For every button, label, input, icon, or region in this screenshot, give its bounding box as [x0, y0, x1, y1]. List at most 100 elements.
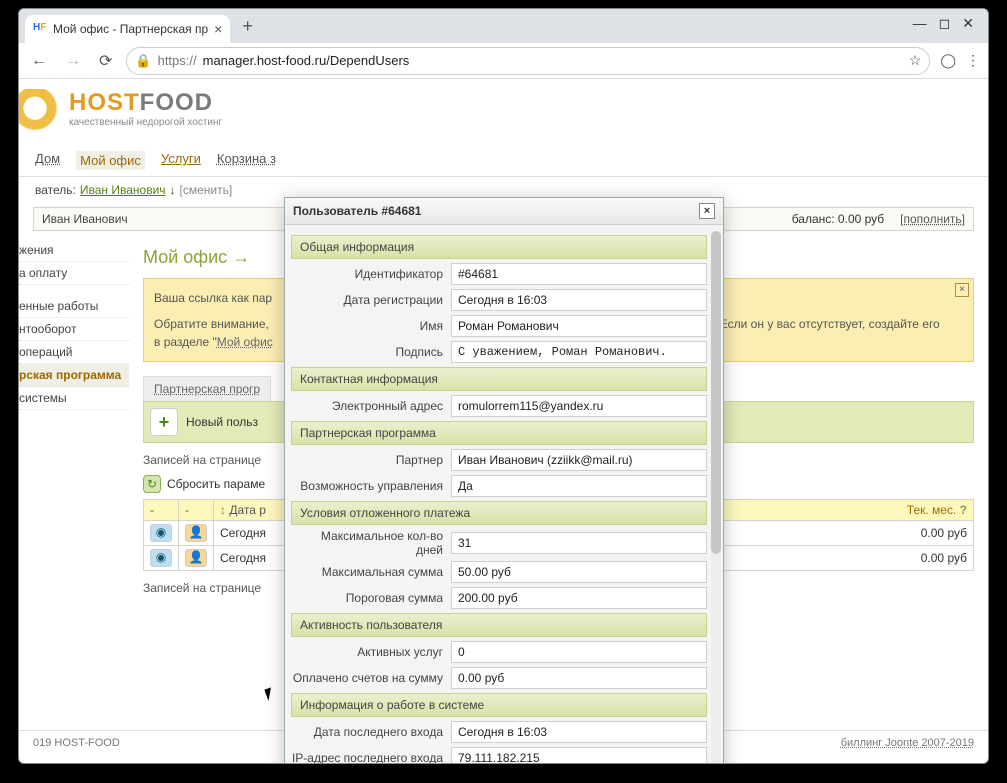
- nav-cart[interactable]: Корзина з: [217, 151, 276, 170]
- change-user-link[interactable]: [сменить]: [180, 183, 233, 197]
- logo-text: HOSTFOOD качественный недорогой хостинг: [69, 89, 222, 128]
- notice-line3a: в разделе ": [154, 335, 217, 349]
- maximize-icon[interactable]: ◻: [939, 15, 951, 32]
- kv-row: Электронный адресromulorrem115@yandex.ru: [291, 395, 707, 417]
- kv-row: Пороговая сумма200.00 руб: [291, 587, 707, 609]
- info-icon[interactable]: ◉: [150, 549, 172, 567]
- reset-label: Сбросить параме: [167, 477, 265, 491]
- sub-tab-partner[interactable]: Партнерская прогр: [143, 376, 271, 401]
- reset-icon[interactable]: ↻: [143, 475, 161, 493]
- side-item[interactable]: системы: [19, 387, 129, 410]
- address-bar: ← → ⟳ 🔒 https://manager.host-food.ru/Dep…: [19, 43, 988, 79]
- url-scheme: https://: [158, 53, 197, 68]
- lock-icon: 🔒: [135, 53, 151, 69]
- dialog-section-head: Партнерская программа: [291, 421, 707, 445]
- add-user-label: Новый польз: [186, 415, 258, 429]
- secondary-user-name: Иван Иванович: [42, 212, 128, 226]
- close-window-icon[interactable]: ✕: [962, 15, 974, 32]
- dialog-close-icon[interactable]: ×: [699, 203, 715, 219]
- kv-key: Активных услуг: [291, 645, 451, 659]
- kv-row: Дата последнего входаСегодня в 16:03: [291, 721, 707, 743]
- side-item[interactable]: нтооборот: [19, 318, 129, 341]
- kv-value: 50.00 руб: [451, 561, 707, 583]
- tab-title: Мой офис - Партнерская пр: [53, 22, 208, 36]
- tab-close-icon[interactable]: ×: [214, 21, 222, 37]
- minimize-icon[interactable]: —: [913, 15, 927, 32]
- footer-right-link[interactable]: биллинг Joonte 2007-2019: [841, 737, 974, 749]
- kv-value: 0: [451, 641, 707, 663]
- browser-window: HF Мой офис - Партнерская пр × + — ◻ ✕ ←…: [18, 8, 989, 764]
- kv-value: 31: [451, 532, 707, 554]
- notice-line2b: а". Если он у вас отсутствует, создайте …: [702, 317, 940, 331]
- side-item-current[interactable]: рская программа: [19, 364, 129, 387]
- kv-key: Пороговая сумма: [291, 591, 451, 605]
- dialog-section-head: Информация о работе в системе: [291, 693, 707, 717]
- kv-value: Сегодня в 16:03: [451, 721, 707, 743]
- topup-link[interactable]: [пополнить]: [900, 212, 965, 226]
- kv-value: Да: [451, 475, 707, 497]
- kv-row: Возможность управленияДа: [291, 475, 707, 497]
- window-controls: — ◻ ✕: [913, 9, 982, 32]
- dialog-scrollbar[interactable]: [711, 231, 721, 763]
- kv-row: Максимальная сумма50.00 руб: [291, 561, 707, 583]
- dropdown-arrow-icon[interactable]: ↓: [170, 183, 176, 197]
- add-user-button[interactable]: +: [150, 408, 178, 436]
- kv-row: Дата регистрацииСегодня в 16:03: [291, 289, 707, 311]
- kv-value: romulorrem115@yandex.ru: [451, 395, 707, 417]
- nav-services[interactable]: Услуги: [161, 151, 201, 170]
- notice-link[interactable]: Мой офис: [217, 335, 273, 349]
- dialog-body: Общая информацияИдентификатор#64681Дата …: [285, 225, 723, 763]
- nav-office[interactable]: Мой офис: [76, 151, 145, 170]
- kv-value: С уважением, Роман Романович.: [451, 341, 707, 363]
- user-name-link[interactable]: Иван Иванович: [80, 183, 166, 197]
- browser-tab[interactable]: HF Мой офис - Партнерская пр ×: [25, 15, 230, 43]
- user-icon[interactable]: 👤: [185, 549, 207, 567]
- side-item[interactable]: операций: [19, 341, 129, 364]
- balance-label: баланс: 0.00 руб: [792, 212, 884, 226]
- kv-value: Сегодня в 16:03: [451, 289, 707, 311]
- dialog-section-head: Условия отложенного платежа: [291, 501, 707, 525]
- forward-icon[interactable]: →: [61, 52, 85, 70]
- bookmark-star-icon[interactable]: ☆: [909, 52, 922, 69]
- new-tab-icon[interactable]: +: [242, 16, 253, 37]
- notice-line2a: Обратите внимание,: [154, 317, 272, 331]
- user-prefix: ватель:: [35, 183, 76, 197]
- kv-value: 200.00 руб: [451, 587, 707, 609]
- kv-key: Партнер: [291, 453, 451, 467]
- kv-key: Возможность управления: [291, 479, 451, 493]
- kv-key: Дата последнего входа: [291, 725, 451, 739]
- side-item[interactable]: жения: [19, 239, 129, 262]
- user-icon[interactable]: 👤: [185, 524, 207, 542]
- dialog-section-head: Общая информация: [291, 235, 707, 259]
- side-item[interactable]: а оплату: [19, 262, 129, 285]
- tagline: качественный недорогой хостинг: [69, 117, 222, 128]
- kv-row: Оплачено счетов на сумму0.00 руб: [291, 667, 707, 689]
- kv-key: Подпись: [291, 345, 451, 359]
- tab-strip: HF Мой офис - Партнерская пр × + — ◻ ✕: [19, 9, 988, 43]
- dialog-title-text: Пользователь #64681: [293, 204, 421, 218]
- back-icon[interactable]: ←: [27, 52, 51, 70]
- kv-key: IP-адрес последнего входа: [291, 751, 451, 763]
- kv-row: Активных услуг0: [291, 641, 707, 663]
- scrollbar-thumb[interactable]: [711, 231, 721, 554]
- menu-icon[interactable]: ⋮: [966, 52, 980, 69]
- kv-key: Максимальная сумма: [291, 565, 451, 579]
- side-item[interactable]: енные работы: [19, 295, 129, 318]
- reload-icon[interactable]: ⟳: [95, 51, 116, 71]
- url-box[interactable]: 🔒 https://manager.host-food.ru/DependUse…: [126, 47, 930, 75]
- brand-part1: HOST: [69, 89, 140, 116]
- kv-row: ИмяРоман Романович: [291, 315, 707, 337]
- kv-value: Роман Романович: [451, 315, 707, 337]
- kv-value: Иван Иванович (zziikk@mail.ru): [451, 449, 707, 471]
- logo-row: HOSTFOOD качественный недорогой хостинг: [19, 79, 988, 137]
- info-icon[interactable]: ◉: [150, 524, 172, 542]
- profile-icon[interactable]: ◯: [940, 52, 956, 69]
- dialog-section-head: Активность пользователя: [291, 613, 707, 637]
- dialog-titlebar[interactable]: Пользователь #64681 ×: [285, 198, 723, 225]
- kv-key: Максимальное кол-во дней: [291, 529, 451, 557]
- cursor: [264, 685, 281, 701]
- top-menu: Дом Мой офис Услуги Корзина з: [19, 137, 988, 177]
- nav-home[interactable]: Дом: [35, 151, 60, 170]
- kv-value: #64681: [451, 263, 707, 285]
- notice-close-icon[interactable]: ×: [955, 283, 969, 297]
